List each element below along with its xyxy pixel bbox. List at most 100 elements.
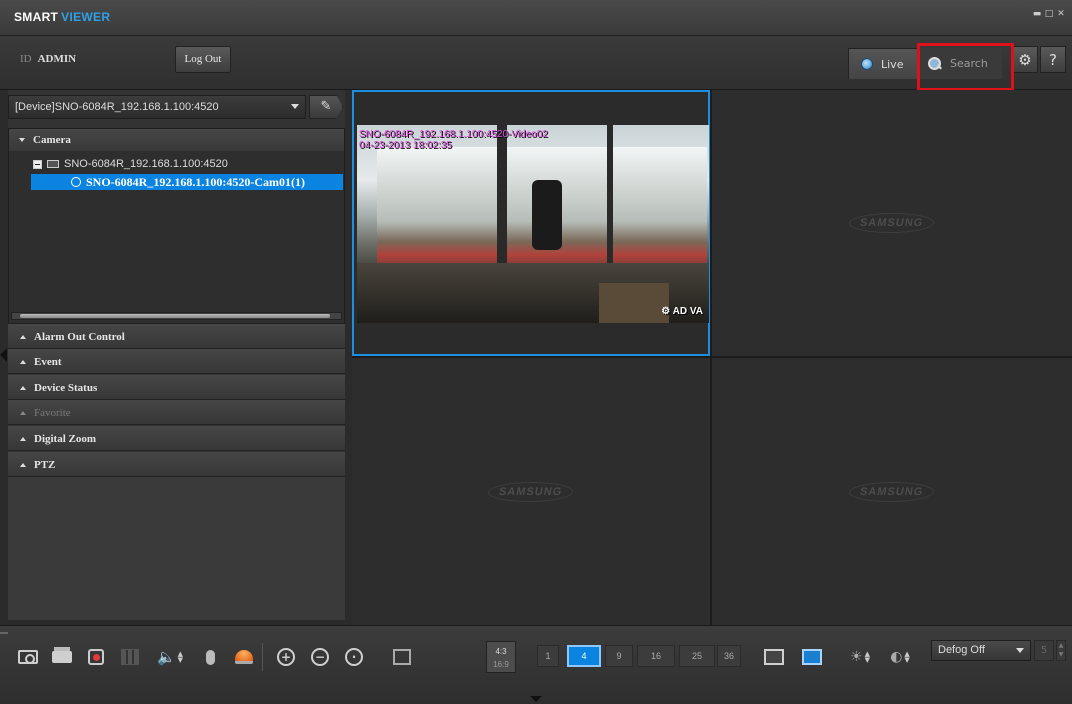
scrollbar-thumb[interactable] [20, 314, 330, 318]
samsung-logo: SAMSUNG [847, 481, 937, 502]
chevron-down-icon [1016, 648, 1024, 653]
logout-button[interactable]: Log Out [175, 46, 231, 73]
video-tile-4[interactable]: SAMSUNG [712, 358, 1072, 625]
section-alarm-out-control[interactable]: Alarm Out Control [8, 324, 345, 349]
device-select-value: [Device]SNO-6084R_192.168.1.100:4520 [15, 101, 219, 113]
tree-device-row[interactable]: SNO-6084R_192.168.1.100:4520 [33, 158, 228, 170]
sequence-icon [802, 649, 822, 665]
caret-up-icon [20, 437, 26, 441]
section-digital-zoom[interactable]: Digital Zoom [8, 426, 345, 451]
export-button[interactable] [116, 643, 144, 671]
defog-level-stepper[interactable]: ▲ ▼ [1056, 640, 1066, 661]
window-controls: ▬ □ ✕ [1032, 9, 1066, 19]
collapse-panel-arrow-icon[interactable] [0, 348, 7, 362]
collapse-icon[interactable] [33, 159, 42, 169]
video-box [599, 283, 669, 323]
microphone-icon [205, 649, 215, 665]
contrast-icon: ◐ [890, 649, 903, 665]
left-panel: [Device]SNO-6084R_192.168.1.100:4520 ✎ C… [8, 90, 345, 620]
contrast-stepper-icon[interactable]: ▲ ▼ [904, 651, 909, 664]
print-button[interactable] [48, 643, 76, 671]
zoom-in-button[interactable]: + [272, 643, 300, 671]
ratio-4-3: 4:3 [495, 647, 507, 656]
id-label: ID [20, 53, 32, 65]
help-button[interactable]: ? [1040, 46, 1066, 73]
section-label: Digital Zoom [34, 433, 97, 445]
section-label: Favorite [34, 407, 71, 419]
record-button[interactable] [82, 643, 110, 671]
user-name: ADMIN [37, 53, 77, 65]
pin-button[interactable]: ✎ [309, 95, 343, 119]
contrast-control[interactable]: ◐ ▲ ▼ [882, 643, 918, 671]
live-icon [861, 58, 873, 70]
samsung-logo: SAMSUNG [847, 213, 937, 233]
app-title-smart: SMART [14, 10, 59, 24]
section-device-status[interactable]: Device Status [8, 375, 345, 400]
settings-button[interactable]: ⚙ [1012, 46, 1038, 73]
tree-horizontal-scrollbar[interactable] [11, 312, 342, 320]
section-favorite: Favorite [8, 400, 345, 425]
layout-4-label: 4 [581, 651, 587, 661]
toolbar-edge [0, 632, 8, 634]
microphone-button[interactable] [196, 643, 224, 671]
brightness-control[interactable]: ☀ ▲ ▼ [842, 643, 878, 671]
pencil-icon: ✎ [320, 99, 332, 114]
speaker-icon: 🔈 [156, 648, 176, 666]
alarm-siren-icon [235, 650, 253, 664]
popup-view-button[interactable] [760, 643, 788, 671]
camera-icon [71, 177, 81, 187]
layout-16-button[interactable]: 16 [637, 645, 675, 667]
video-tile-2[interactable]: SAMSUNG [712, 90, 1072, 356]
section-ptz[interactable]: PTZ [8, 452, 345, 477]
close-icon[interactable]: ✕ [1056, 9, 1066, 19]
minimize-icon[interactable]: ▬ [1032, 9, 1042, 19]
maximize-icon[interactable]: □ [1044, 9, 1054, 19]
sequence-button[interactable] [798, 643, 826, 671]
fullscreen-icon [393, 649, 411, 665]
video-window-left [377, 147, 497, 282]
fullscreen-button[interactable] [374, 643, 430, 671]
layout-9-button[interactable]: 9 [605, 645, 633, 667]
app-title-viewer: VIEWER [61, 10, 111, 24]
defog-level-field[interactable]: 5 [1034, 640, 1054, 661]
zoom-fit-button[interactable]: · [340, 643, 368, 671]
user-info: ID ADMIN [20, 53, 76, 65]
app-title: SMART VIEWER [14, 10, 110, 24]
defog-select[interactable]: Defog Off [931, 640, 1031, 661]
gear-icon: ⚙ [1018, 50, 1032, 69]
header: ID ADMIN Log Out Live Search ⚙ ? [0, 36, 1072, 90]
volume-stepper-icon[interactable]: ▲ ▼ [178, 651, 183, 664]
layout-1-button[interactable]: 1 [537, 645, 559, 667]
layout-36-button[interactable]: 36 [717, 645, 741, 667]
tree-device-label: SNO-6084R_192.168.1.100:4520 [64, 158, 228, 170]
brightness-stepper-icon[interactable]: ▲ ▼ [865, 651, 870, 664]
section-event[interactable]: Event [8, 349, 345, 374]
layout-25-button[interactable]: 25 [679, 645, 715, 667]
zoom-out-button[interactable]: − [306, 643, 334, 671]
alarm-button[interactable] [230, 643, 258, 671]
aspect-ratio-toggle[interactable]: 4:3 16:9 [486, 641, 516, 673]
export-icon [121, 649, 139, 665]
recorder-icon [47, 160, 59, 168]
printer-icon [52, 651, 72, 663]
video-grid: SNO-6084R_192.168.1.100:4520-Video02 04-… [352, 90, 1072, 625]
section-label: Alarm Out Control [34, 331, 125, 343]
video-tile-1[interactable]: SNO-6084R_192.168.1.100:4520-Video02 04-… [352, 90, 710, 356]
audio-button[interactable]: 🔈 ▲ ▼ [150, 643, 190, 671]
defog-select-value: Defog Off [938, 644, 985, 656]
device-select[interactable]: [Device]SNO-6084R_192.168.1.100:4520 [8, 95, 306, 119]
caret-up-icon [20, 463, 26, 467]
camera-snapshot-icon [18, 650, 38, 664]
osd-status-label: AD VA [672, 306, 703, 317]
zoom-out-icon: − [311, 648, 329, 666]
camera-tree-header[interactable]: Camera [9, 129, 344, 151]
snapshot-button[interactable] [14, 643, 42, 671]
camera-tree: Camera SNO-6084R_192.168.1.100:4520 SNO-… [8, 128, 345, 324]
expand-toolbar-arrow-icon[interactable] [530, 696, 542, 702]
tab-live[interactable]: Live [848, 48, 918, 79]
video-tile-3[interactable]: SAMSUNG [352, 358, 710, 625]
tree-camera-row[interactable]: SNO-6084R_192.168.1.100:4520-Cam01(1) [31, 174, 343, 190]
layout-4-button[interactable]: 4 [567, 645, 601, 667]
osd-status: ⚙ AD VA [661, 306, 703, 317]
brightness-icon: ☀ [850, 649, 863, 665]
